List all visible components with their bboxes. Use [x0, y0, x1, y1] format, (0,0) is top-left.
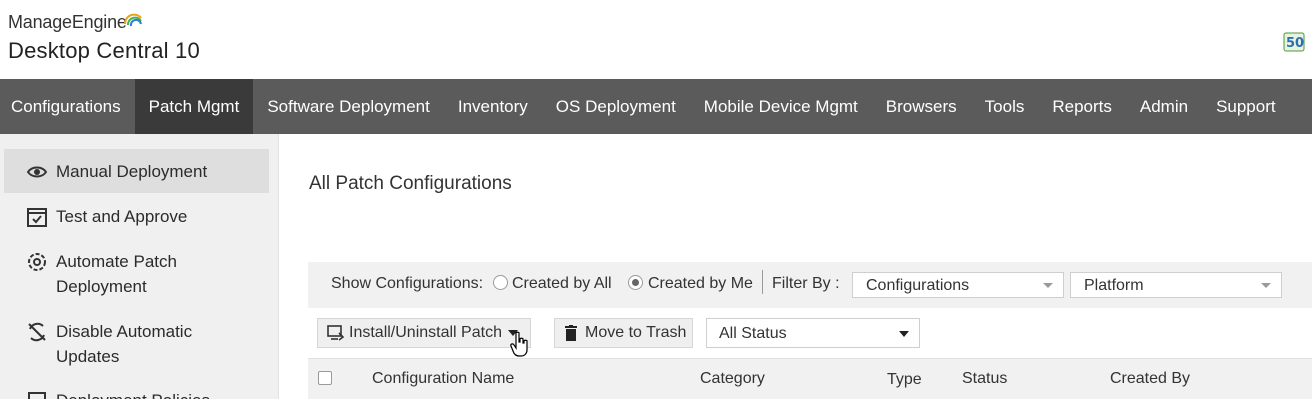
nav-tools[interactable]: Tools — [971, 79, 1039, 134]
radio-created-by-all[interactable] — [493, 275, 508, 290]
chevron-down-icon — [899, 331, 909, 337]
platform-select[interactable]: Platform — [1070, 272, 1282, 298]
nav-browsers[interactable]: Browsers — [872, 79, 971, 134]
status-select-value: All Status — [719, 325, 787, 342]
chevron-down-icon — [1043, 283, 1053, 288]
hand-cursor-icon — [510, 331, 528, 357]
filter-separator — [762, 270, 763, 294]
app-header: ManageEngine Desktop Central 10 50 — [0, 0, 1312, 79]
configurations-select[interactable]: Configurations — [852, 272, 1064, 298]
install-uninstall-patch-button[interactable]: Install/Uninstall Patch — [317, 318, 531, 348]
column-category[interactable]: Category — [700, 370, 765, 388]
nav-mobile-device-mgmt[interactable]: Mobile Device Mgmt — [690, 79, 872, 134]
sidebar-item-label: Test and Approve — [56, 207, 188, 226]
select-all-checkbox[interactable] — [318, 371, 332, 385]
sidebar-item-label: Automate Patch Deployment — [56, 252, 177, 296]
nav-support[interactable]: Support — [1202, 79, 1290, 134]
sidebar-item-label: Manual Deployment — [56, 162, 208, 181]
nav-os-deployment[interactable]: OS Deployment — [542, 79, 690, 134]
main-navbar: Configurations Patch Mgmt Software Deplo… — [0, 79, 1312, 134]
company-logo-text: ManageEngine — [8, 12, 127, 32]
sidebar: Manual Deployment Test and Approve Autom… — [0, 134, 279, 399]
trash-icon — [565, 325, 577, 341]
sidebar-item-automate-patch-deployment[interactable]: Automate Patch Deployment — [4, 249, 269, 299]
radio-created-by-me-label[interactable]: Created by Me — [648, 275, 753, 293]
manageengine-logo-icon — [123, 13, 142, 27]
nav-inventory[interactable]: Inventory — [444, 79, 542, 134]
filter-bar: Show Configurations: Created by All Crea… — [308, 262, 1312, 308]
gear-cycle-icon — [28, 253, 46, 271]
radio-created-by-all-label[interactable]: Created by All — [512, 275, 612, 293]
calendar-check-icon — [27, 208, 47, 227]
platform-select-value: Platform — [1084, 277, 1144, 294]
move-to-trash-button[interactable]: Move to Trash — [554, 318, 693, 348]
nav-configurations[interactable]: Configurations — [0, 79, 135, 134]
svg-text:50: 50 — [1286, 36, 1304, 51]
policy-icon — [28, 392, 46, 399]
sidebar-item-label: Deployment Policies — [56, 388, 210, 399]
eye-icon — [26, 166, 48, 178]
action-bar: Install/Uninstall Patch Move to Trash Al… — [308, 308, 1312, 358]
move-to-trash-label: Move to Trash — [585, 324, 687, 341]
nav-reports[interactable]: Reports — [1038, 79, 1126, 134]
table-header: Configuration Name Category Type Status … — [308, 358, 1312, 399]
column-status[interactable]: Status — [962, 370, 1007, 388]
show-configurations-label: Show Configurations: — [331, 275, 484, 292]
column-type[interactable]: Type — [887, 371, 922, 389]
column-created-by[interactable]: Created By — [1110, 370, 1190, 388]
sync-disabled-icon — [28, 322, 46, 342]
radio-created-by-me[interactable] — [628, 275, 643, 290]
sidebar-item-disable-automatic-updates[interactable]: Disable Automatic Updates — [4, 319, 269, 369]
install-uninstall-label: Install/Uninstall Patch — [349, 324, 502, 341]
sidebar-item-deployment-policies[interactable]: Deployment Policies — [4, 388, 269, 399]
product-name: Desktop Central 10 — [8, 38, 200, 63]
filter-by-label: Filter By : — [772, 275, 840, 292]
nav-patch-mgmt[interactable]: Patch Mgmt — [134, 79, 254, 134]
nav-software-deployment[interactable]: Software Deployment — [253, 79, 444, 134]
column-configuration-name[interactable]: Configuration Name — [372, 370, 514, 388]
app-switcher-icon[interactable]: 50 — [1283, 32, 1305, 52]
page-title: All Patch Configurations — [309, 173, 512, 194]
configurations-select-value: Configurations — [866, 277, 970, 294]
nav-admin[interactable]: Admin — [1126, 79, 1202, 134]
status-select[interactable]: All Status — [706, 318, 920, 348]
sidebar-item-manual-deployment[interactable]: Manual Deployment — [4, 149, 269, 193]
sidebar-item-test-and-approve[interactable]: Test and Approve — [4, 204, 269, 229]
install-patch-icon — [327, 325, 345, 341]
chevron-down-icon — [1261, 283, 1271, 288]
sidebar-item-label: Disable Automatic Updates — [56, 322, 193, 366]
